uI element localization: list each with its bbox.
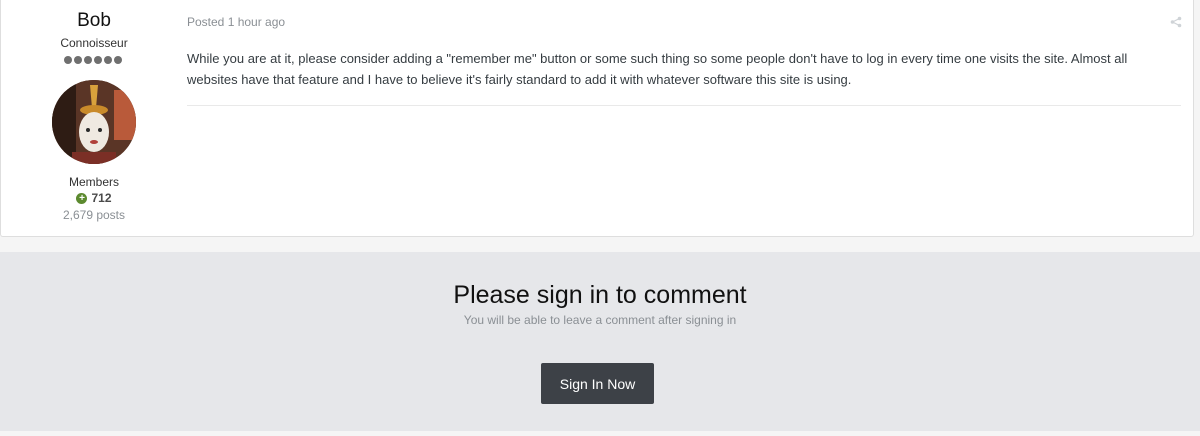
- rank-pip: [74, 56, 82, 64]
- avatar[interactable]: [52, 80, 136, 164]
- author-panel: Bob Connoisseur Members + 712 2,679 post…: [1, 0, 187, 236]
- rank-pip: [104, 56, 112, 64]
- reputation-badge: + 712: [1, 191, 187, 205]
- rank-pip: [114, 56, 122, 64]
- plus-circle-icon: +: [76, 192, 88, 204]
- rank-pip: [64, 56, 72, 64]
- rank-pip: [94, 56, 102, 64]
- sign-in-title: Please sign in to comment: [453, 281, 747, 309]
- posted-timestamp[interactable]: Posted 1 hour ago: [187, 15, 285, 29]
- sign-in-button[interactable]: Sign In Now: [541, 363, 654, 404]
- post-count: 2,679 posts: [62, 208, 126, 222]
- sign-in-panel: Please sign in to comment You will be ab…: [0, 252, 1200, 431]
- author-title: Connoisseur: [60, 36, 128, 50]
- rank-pip: [84, 56, 92, 64]
- share-icon[interactable]: [1170, 16, 1182, 28]
- rank-pips: [64, 56, 124, 66]
- post-content: While you are at it, please consider add…: [187, 51, 1128, 87]
- reputation-count: 712: [91, 191, 112, 205]
- author-name[interactable]: Bob: [1, 10, 187, 32]
- member-group: Members: [68, 175, 119, 189]
- avatar-image: [52, 80, 136, 164]
- post-card: Bob Connoisseur Members + 712 2,679 post…: [0, 0, 1194, 237]
- sign-in-subtitle: You will be able to leave a comment afte…: [463, 313, 737, 327]
- post-divider: [187, 105, 1181, 106]
